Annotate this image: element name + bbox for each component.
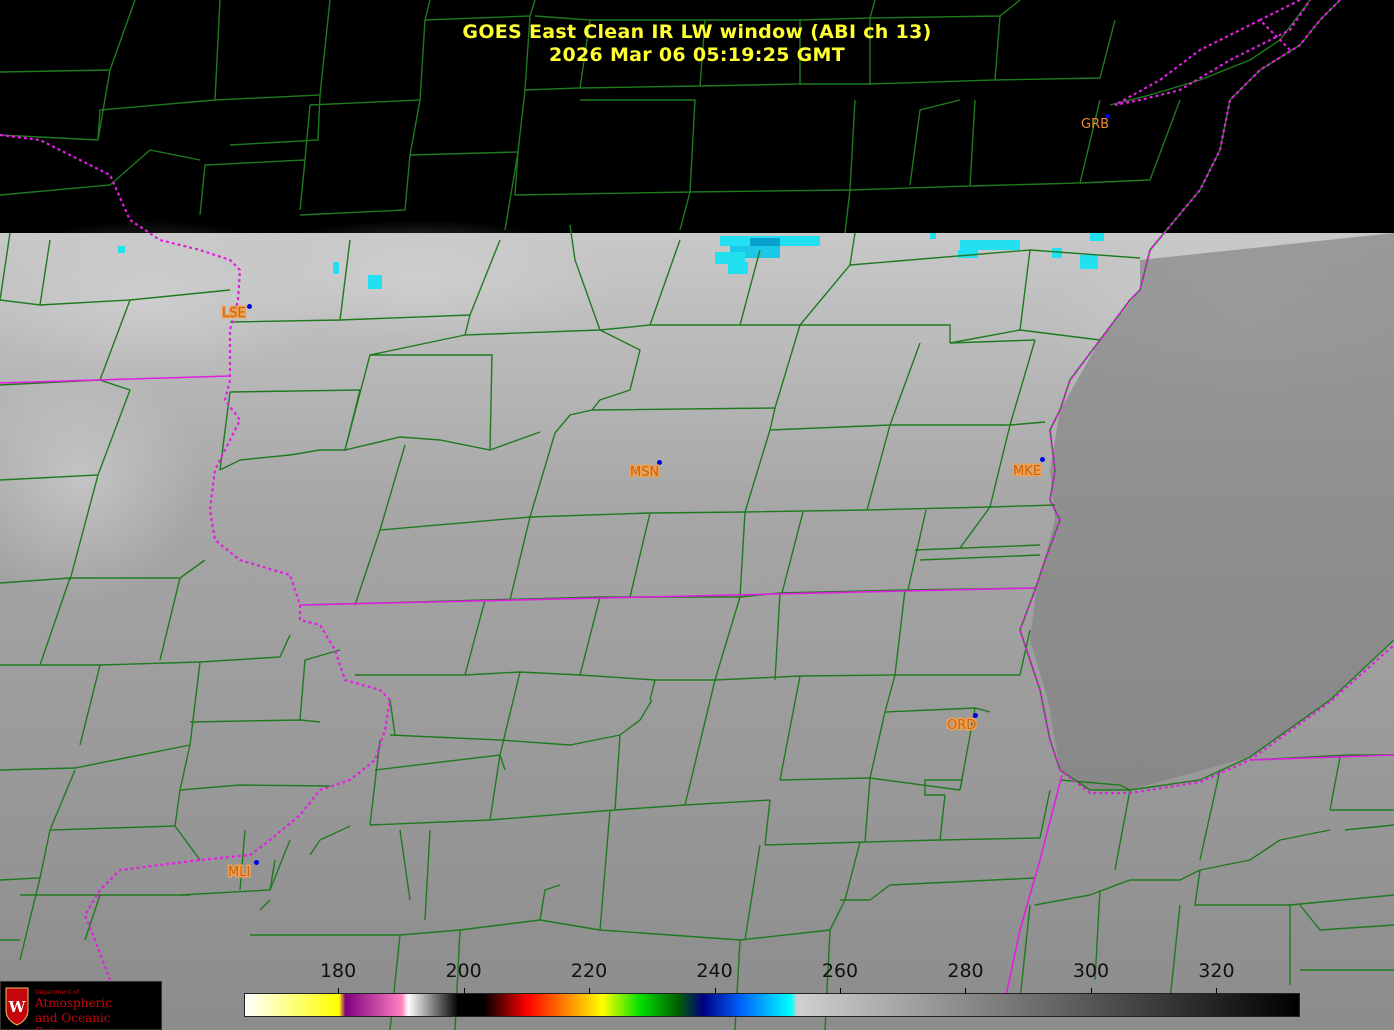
satellite-image-viewer: GOES East Clean IR LW window (ABI ch 13)… xyxy=(0,0,1394,1030)
station-label-mli: MLI xyxy=(226,864,251,882)
colorbar-tick-mark xyxy=(338,988,340,994)
station-marker-lse xyxy=(247,304,252,309)
colorbar-tick-label: 240 xyxy=(696,960,733,982)
colorbar-tick-label: 300 xyxy=(1072,960,1110,982)
colorbar-tick-label: 220 xyxy=(570,960,608,982)
station-marker-mke xyxy=(1040,457,1045,462)
colorbar-tick-mark xyxy=(589,988,591,994)
colorbar-tick-mark xyxy=(463,988,465,994)
image-title: GOES East Clean IR LW window (ABI ch 13) xyxy=(462,21,932,43)
colorbar-tick-label: 320 xyxy=(1198,960,1235,982)
colorbar-tick-label: 200 xyxy=(445,960,482,982)
logo-line-2: and Oceanic Sciences xyxy=(35,1011,111,1030)
station-label-msn: MSN xyxy=(628,464,660,482)
colorbar-tick-label: 260 xyxy=(821,960,859,982)
station-label-ord: ORD xyxy=(945,717,977,735)
aos-logo: W Department of Atmospheric and Oceanic … xyxy=(0,981,162,1030)
station-marker-mli xyxy=(254,860,259,865)
ir-satellite-map xyxy=(0,0,1394,1030)
svg-text:W: W xyxy=(8,998,27,1016)
station-label-lse: LSE xyxy=(221,305,248,323)
colorbar-tick-mark xyxy=(1090,988,1092,994)
station-label-grb: GRB xyxy=(1081,117,1110,132)
colorbar-tick-label: 180 xyxy=(319,960,357,982)
station-label-mke: MKE xyxy=(1012,463,1043,481)
temperature-colorbar xyxy=(244,993,1300,1017)
colorbar-tick-label: 280 xyxy=(947,960,984,982)
colorbar-tick-mark xyxy=(965,988,967,994)
uw-crest-icon: W xyxy=(5,987,29,1026)
colorbar-tick-mark xyxy=(714,988,716,994)
colorbar-tick-mark xyxy=(1216,988,1218,994)
logo-line-1: Atmospheric xyxy=(35,996,112,1010)
image-timestamp: 2026 Mar 06 05:19:25 GMT xyxy=(548,44,846,66)
logo-department-text: Department of xyxy=(35,989,79,996)
colorbar-tick-mark xyxy=(840,988,841,994)
cloud-patch xyxy=(220,220,620,340)
